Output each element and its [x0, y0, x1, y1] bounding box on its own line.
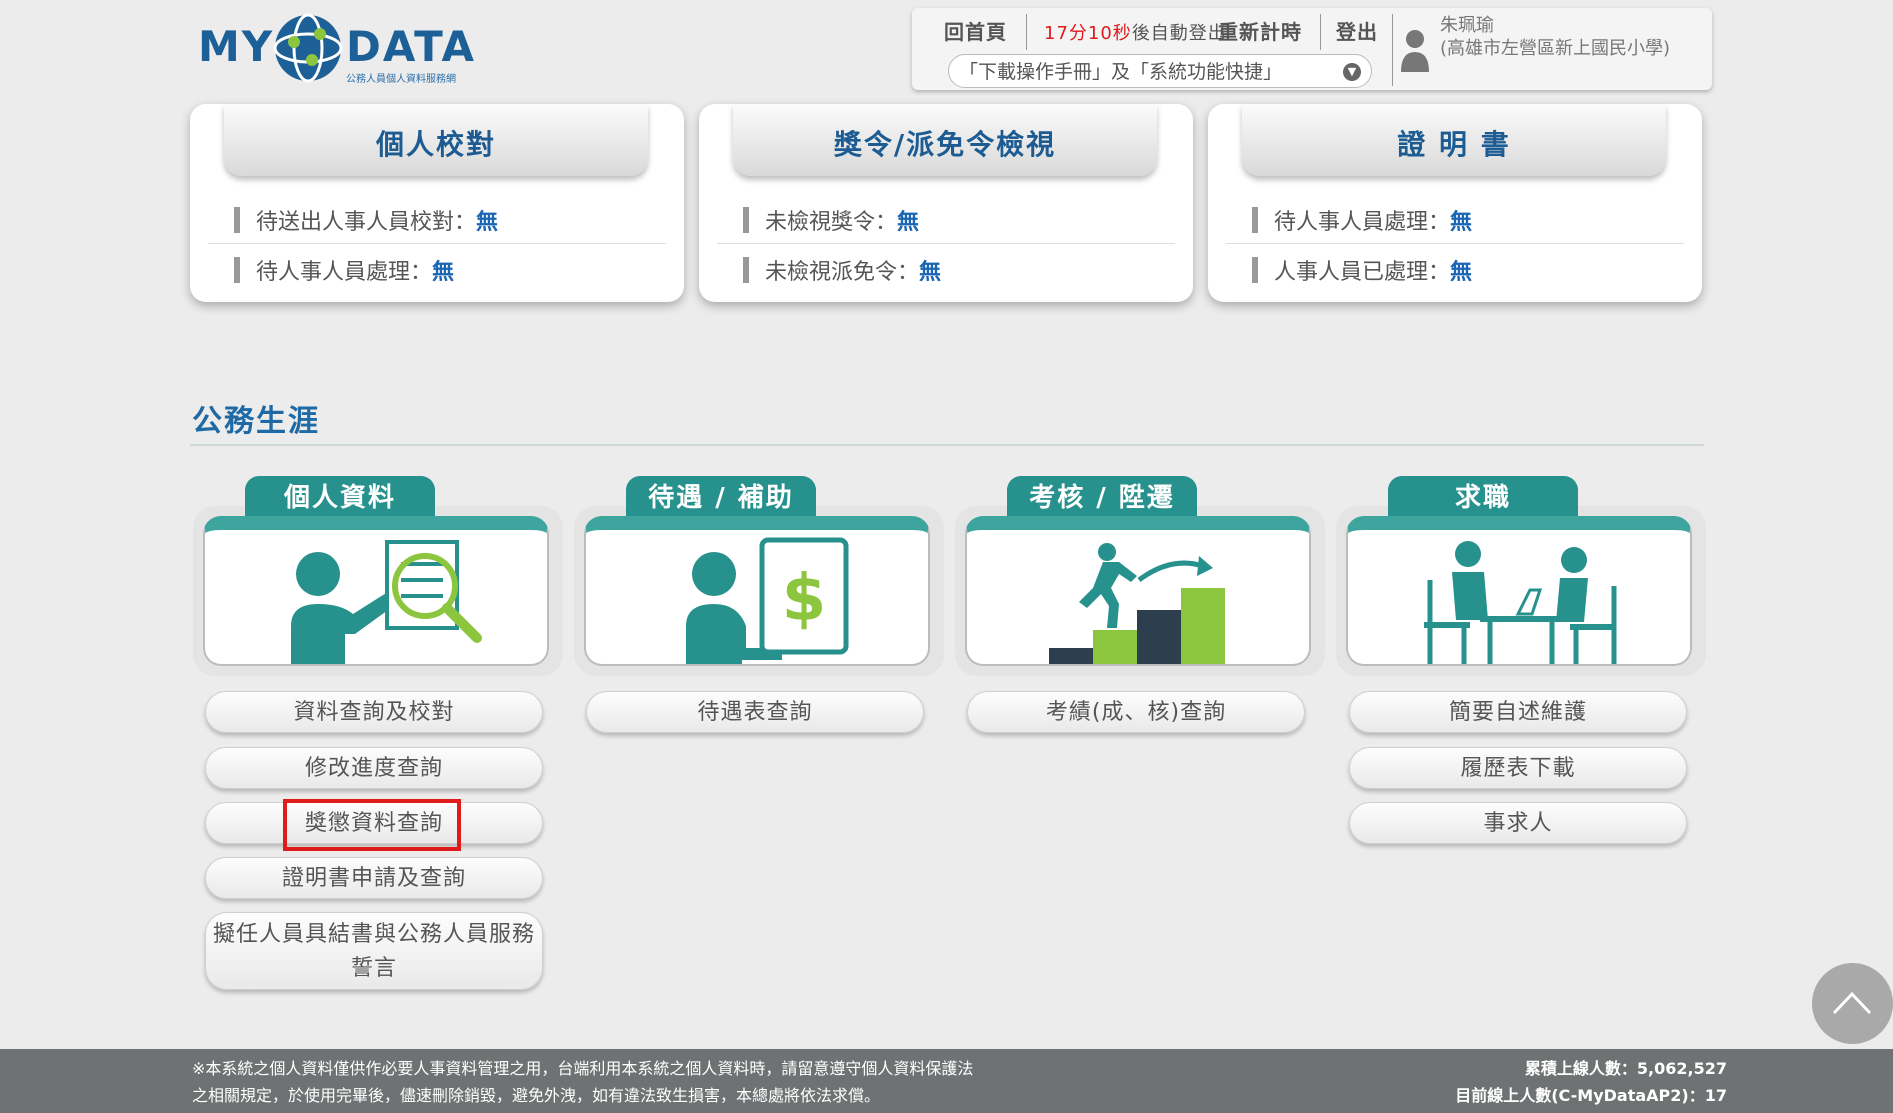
current-online: 目前線上人數(C-MyDataAP2)：17: [1455, 1086, 1727, 1105]
row-label: 人事人員已處理：: [1274, 260, 1451, 285]
card-row[interactable]: 待人事人員處理：無: [1252, 204, 1472, 236]
card-orders-review: 獎令/派免令檢視 未檢視獎令：無 未檢視派免令：無: [699, 104, 1193, 302]
user-info: 朱珮瑜 (高雄市左營區新上國民小學): [1440, 14, 1690, 60]
logo-subtitle: 公務人員個人資料服務網: [346, 74, 456, 85]
scroll-to-top-button[interactable]: [1812, 963, 1893, 1044]
countdown: 17分10秒: [1044, 23, 1132, 44]
card-row[interactable]: 未檢視派免令：無: [743, 254, 941, 286]
stairs-progress-icon: [1049, 543, 1225, 664]
shortcut-dropdown[interactable]: 「下載操作手冊」及「系統功能快捷」 ▼: [948, 54, 1372, 88]
btn-oath-affidavit[interactable]: 擬任人員具結書與公務人員服務誓言: [205, 912, 543, 990]
row-value[interactable]: 無: [1450, 260, 1472, 285]
card-certificate: 證 明 書 待人事人員處理：無 人事人員已處理：無: [1208, 104, 1702, 302]
category-illustration: [965, 516, 1311, 666]
user-name: 朱珮瑜: [1440, 15, 1494, 36]
btn-performance-query[interactable]: 考績(成、核)查詢: [967, 691, 1305, 733]
top-bar: 回首頁 17分10秒後自動登出 重新計時 登出 「下載操作手冊」及「系統功能快捷…: [912, 8, 1712, 90]
row-label: 待人事人員處理：: [256, 260, 433, 285]
category-frame: [1336, 506, 1706, 676]
divider: [717, 243, 1175, 244]
countdown-suffix: 後自動登出: [1131, 23, 1227, 44]
card-title[interactable]: 證 明 書: [1242, 104, 1666, 176]
row-label: 待送出人事人員校對：: [256, 210, 477, 235]
total-visitors: 累積上線人數：5,062,527: [1524, 1059, 1727, 1078]
globe-icon: [273, 13, 343, 83]
row-value[interactable]: 無: [919, 260, 941, 285]
category-illustration: $: [584, 516, 930, 666]
row-label: 未檢視派免令：: [765, 260, 920, 285]
logo-text-left: MY: [198, 22, 275, 71]
category-frame: $: [574, 506, 944, 676]
divider: [1026, 14, 1027, 50]
visitor-stats: 累積上線人數：5,062,527 目前線上人數(C-MyDataAP2)：17: [1455, 1055, 1727, 1109]
row-value[interactable]: 無: [897, 210, 919, 235]
category-title[interactable]: 考核 / 陞遷: [1007, 476, 1197, 516]
logout-link[interactable]: 登出: [1336, 16, 1378, 45]
highlight-box: [283, 799, 461, 851]
card-row[interactable]: 未檢視獎令：無: [743, 204, 919, 236]
category-illustration: [203, 516, 549, 666]
category-title[interactable]: 個人資料: [245, 476, 435, 516]
card-row[interactable]: 待人事人員處理：無: [234, 254, 454, 286]
category-frame: [955, 506, 1325, 676]
btn-resume-download[interactable]: 履歷表下載: [1349, 747, 1687, 789]
divider: [1392, 14, 1393, 86]
section-divider: [190, 444, 1704, 446]
chevron-down-icon: ▼: [1343, 63, 1361, 81]
interview-icon: [1424, 541, 1617, 664]
notice-line: ※本系統之個人資料僅供作必要人事資料管理之用，台端利用本系統之個人資料時，請留意…: [192, 1059, 974, 1078]
divider: [208, 243, 666, 244]
notice-line: 之相關規定，於使用完畢後，儘速刪除銷毀，避免外洩，如有違法致生損害，本總處將依法…: [192, 1086, 881, 1105]
mydata-logo[interactable]: MY DATA 公務人員個人資料服務網: [196, 10, 477, 85]
category-personal-data[interactable]: 個人資料: [193, 476, 563, 676]
card-row[interactable]: 待送出人事人員校對：無: [234, 204, 498, 236]
row-value[interactable]: 無: [432, 260, 454, 285]
category-frame: [193, 506, 563, 676]
card-title[interactable]: 獎令/派免令檢視: [733, 104, 1157, 176]
card-row[interactable]: 人事人員已處理：無: [1252, 254, 1472, 286]
footer: ※本系統之個人資料僅供作必要人事資料管理之用，台端利用本系統之個人資料時，請留意…: [0, 1049, 1893, 1113]
svg-text:$: $: [782, 562, 827, 636]
row-label: 未檢視獎令：: [765, 210, 898, 235]
home-link[interactable]: 回首頁: [944, 16, 1007, 45]
user-org: (高雄市左營區新上國民小學): [1440, 38, 1671, 59]
category-salary[interactable]: $ 待遇 / 補助: [574, 476, 944, 676]
btn-self-intro-maintain[interactable]: 簡要自述維護: [1349, 691, 1687, 733]
btn-data-query-check[interactable]: 資料查詢及校對: [205, 691, 543, 733]
person-document-icon: [291, 540, 482, 664]
card-title[interactable]: 個人校對: [224, 104, 648, 176]
btn-edit-progress-query[interactable]: 修改進度查詢: [205, 747, 543, 789]
person-money-icon: $: [686, 537, 849, 664]
user-icon: [1401, 30, 1429, 72]
btn-job-openings[interactable]: 事求人: [1349, 802, 1687, 844]
category-evaluation[interactable]: 考核 / 陞遷: [955, 476, 1325, 676]
divider: [1320, 14, 1321, 50]
logo-text-right: DATA: [346, 22, 477, 71]
row-value[interactable]: 無: [476, 210, 498, 235]
category-jobs[interactable]: 求職: [1336, 476, 1706, 676]
divider: [1226, 243, 1684, 244]
session-timer: 17分10秒後自動登出: [1044, 19, 1227, 45]
btn-salary-table-query[interactable]: 待遇表查詢: [586, 691, 924, 733]
row-label: 待人事人員處理：: [1274, 210, 1451, 235]
btn-certificate-apply-query[interactable]: 證明書申請及查詢: [205, 857, 543, 899]
privacy-notice: ※本系統之個人資料僅供作必要人事資料管理之用，台端利用本系統之個人資料時，請留意…: [192, 1055, 973, 1109]
card-personal-check: 個人校對 待送出人事人員校對：無 待人事人員處理：無: [190, 104, 684, 302]
category-title[interactable]: 待遇 / 補助: [626, 476, 816, 516]
category-illustration: [1346, 516, 1692, 666]
reset-timer-link[interactable]: 重新計時: [1218, 16, 1302, 45]
chevron-up-icon: [1832, 991, 1872, 1015]
dropdown-value: 「下載操作手冊」及「系統功能快捷」: [959, 61, 1283, 83]
category-title[interactable]: 求職: [1388, 476, 1578, 516]
row-value[interactable]: 無: [1450, 210, 1472, 235]
section-title: 公務生涯: [192, 404, 320, 439]
